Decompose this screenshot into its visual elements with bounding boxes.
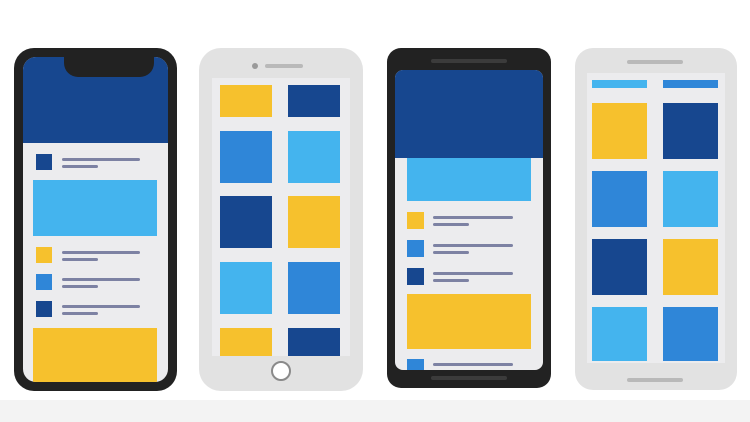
banner-block — [407, 294, 531, 349]
grid-tile — [288, 85, 340, 117]
bottom-bar — [627, 378, 683, 382]
grid-tile — [220, 196, 272, 248]
phone-screen-grid — [587, 73, 725, 363]
floor-strip — [0, 400, 750, 422]
grid-tile — [220, 131, 272, 183]
grid-tile — [663, 239, 718, 295]
grid-tile — [220, 85, 272, 117]
list-line — [433, 272, 513, 275]
phone-bezel — [387, 48, 551, 388]
list-line — [62, 258, 98, 261]
grid-tile — [220, 262, 272, 314]
speaker-grille — [627, 60, 683, 64]
list-icon — [407, 240, 424, 257]
phone-screen-feed — [395, 70, 543, 370]
list-icon — [36, 301, 52, 317]
grid-tile — [592, 307, 647, 361]
list-icon — [407, 359, 424, 370]
grid-tile — [663, 80, 718, 88]
header-block — [395, 70, 543, 158]
phone-home-button — [199, 48, 363, 391]
list-line — [433, 251, 469, 254]
phone-notched — [14, 48, 177, 391]
grid-tile — [592, 80, 647, 88]
list-line — [62, 305, 140, 308]
bottom-speaker-grille — [431, 376, 507, 380]
list-line — [433, 223, 469, 226]
list-icon — [407, 212, 424, 229]
home-button — [271, 361, 291, 381]
grid-tile — [288, 131, 340, 183]
grid-tile — [220, 328, 272, 356]
banner-block — [33, 328, 157, 382]
notch — [64, 55, 154, 77]
banner-block — [33, 180, 157, 236]
list-line — [433, 244, 513, 247]
phone-screen-grid — [212, 78, 350, 356]
speaker-grille — [431, 59, 507, 63]
phone-lineup-illustration — [0, 0, 750, 422]
list-line — [62, 251, 140, 254]
grid-tile — [288, 328, 340, 356]
list-icon — [36, 247, 52, 263]
list-line — [62, 312, 98, 315]
grid-tile — [663, 103, 718, 159]
list-line — [62, 158, 140, 161]
grid-tile — [288, 196, 340, 248]
phone-tall — [575, 48, 737, 390]
list-icon — [36, 274, 52, 290]
list-line — [433, 363, 513, 366]
grid-tile — [288, 262, 340, 314]
list-line — [62, 278, 140, 281]
list-line — [433, 279, 469, 282]
grid-tile — [663, 307, 718, 361]
list-line — [62, 285, 98, 288]
list-icon — [36, 154, 52, 170]
grid-tile — [663, 171, 718, 227]
banner-block — [407, 158, 531, 201]
list-line — [433, 216, 513, 219]
grid-tile — [592, 103, 647, 159]
phone-screen-feed — [23, 57, 168, 382]
grid-tile — [592, 171, 647, 227]
front-camera — [252, 63, 258, 69]
list-line — [62, 165, 98, 168]
list-icon — [407, 268, 424, 285]
grid-tile — [592, 239, 647, 295]
speaker-grille — [265, 64, 303, 68]
